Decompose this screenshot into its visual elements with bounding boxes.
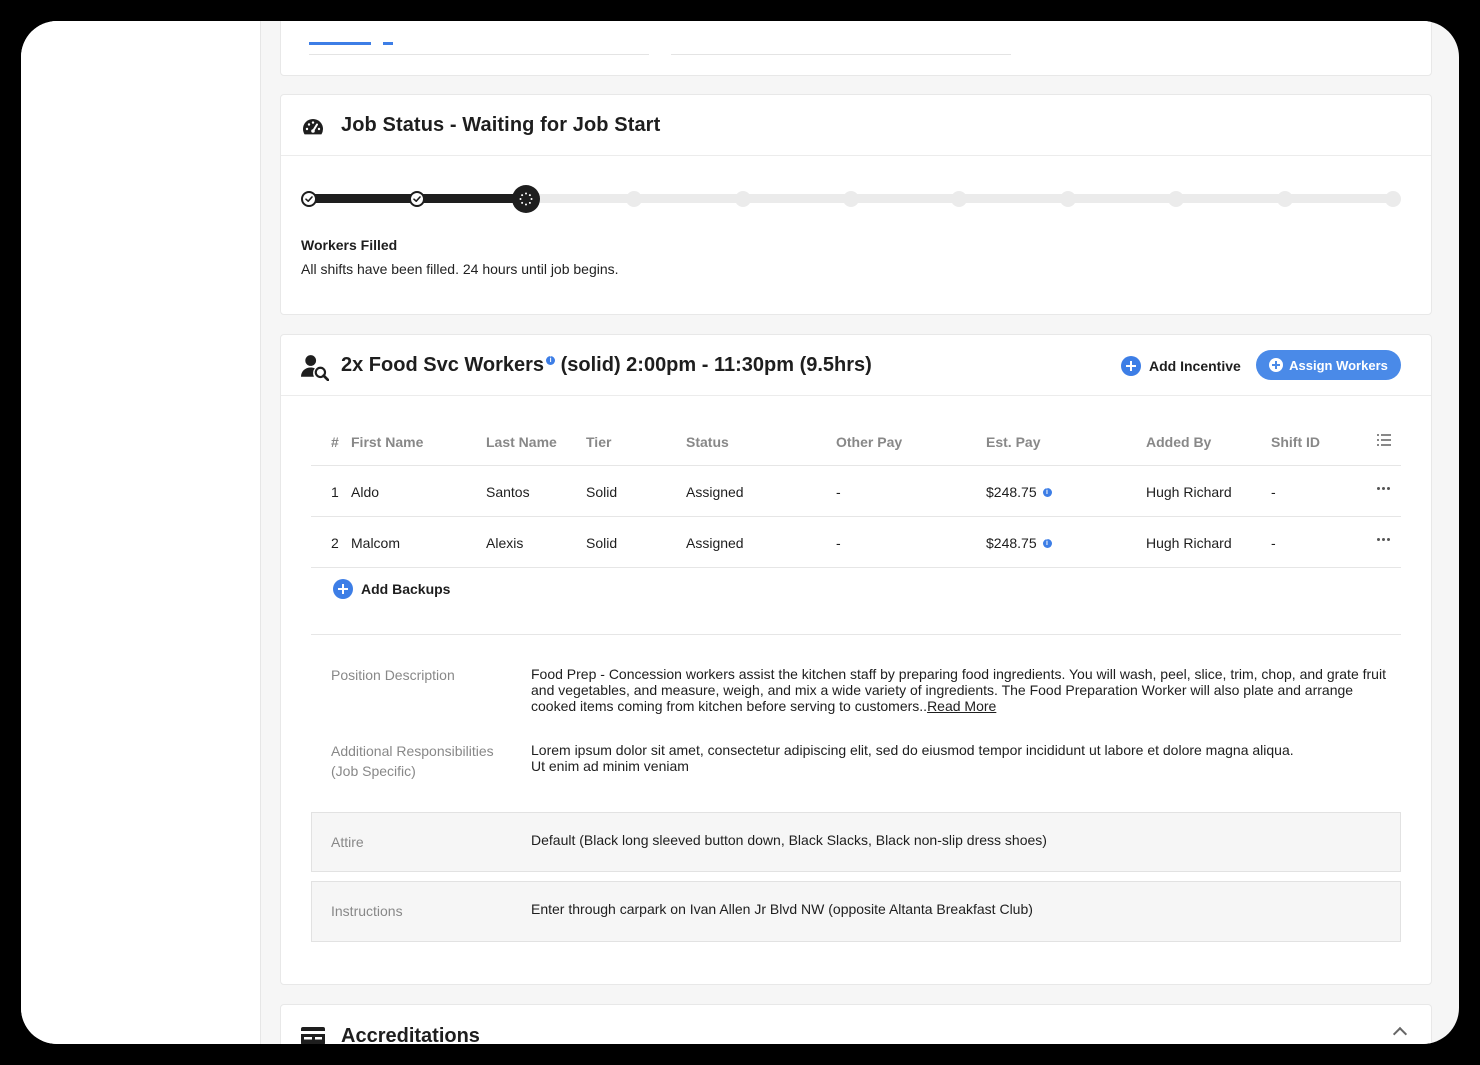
column-header-last-name[interactable]: Last Name <box>486 434 557 450</box>
shift-title: 2x Food Svc Workers i (solid) 2:00pm - 11… <box>341 354 872 377</box>
step-pending-icon <box>1059 191 1076 207</box>
job-status-title: Job Status - Waiting for Job Start <box>341 114 661 136</box>
chevron-up-icon[interactable] <box>1392 1026 1408 1042</box>
sidebar <box>21 21 261 1044</box>
step-complete-icon <box>301 191 317 207</box>
attire-label: Attire <box>331 834 364 850</box>
id-card-icon <box>301 1027 325 1044</box>
added-by-cell: Hugh Richard <box>1146 484 1232 500</box>
row-number: 2 <box>331 535 339 551</box>
shift-id-cell: - <box>1271 484 1276 500</box>
position-description-label: Position Description <box>331 667 455 683</box>
shift-card: 2x Food Svc Workers i (solid) 2:00pm - 11… <box>280 334 1432 985</box>
tier-cell: Solid <box>586 535 618 551</box>
workers-table: # First Name Last Name Tier Status Other… <box>311 416 1401 568</box>
row-number: 1 <box>331 484 339 500</box>
shift-title-role: 2x Food Svc Workers <box>341 354 545 376</box>
column-header-shift-id[interactable]: Shift ID <box>1271 434 1320 450</box>
field-underline-accent-small <box>383 42 393 45</box>
add-incentive-label: Add Incentive <box>1149 358 1241 374</box>
last-name-cell: Santos <box>486 484 530 500</box>
add-backups-button[interactable]: Add Backups <box>333 579 450 599</box>
user-search-icon <box>301 355 329 381</box>
first-name-cell: Aldo <box>351 484 380 500</box>
assign-workers-label: Assign Workers <box>1289 357 1388 373</box>
step-pending-icon <box>951 191 968 207</box>
input-underline[interactable] <box>309 54 649 55</box>
column-header-number: # <box>331 434 339 450</box>
position-description-text: Food Prep - Concession workers assist th… <box>531 666 1391 714</box>
step-pending-icon <box>626 191 643 207</box>
additional-responsibilities-label-line1: Additional Responsibilities <box>331 743 494 759</box>
job-progress-stepper <box>301 185 1401 213</box>
table-row[interactable]: 2 Malcom Alexis Solid Assigned - $248.75… <box>311 517 1401 568</box>
step-pending-icon <box>734 191 751 207</box>
est-pay-cell: $248.75 i <box>986 484 1052 500</box>
status-cell: Assigned <box>686 535 744 551</box>
est-pay-value: $248.75 <box>986 535 1037 551</box>
instructions-box: Instructions Enter through carpark on Iv… <box>311 881 1401 942</box>
field-underline-accent <box>309 42 371 45</box>
plus-circle-icon <box>1269 358 1284 372</box>
est-pay-cell: $248.75 i <box>986 535 1052 551</box>
other-pay-cell: - <box>836 535 841 551</box>
step-pending-icon <box>1168 191 1185 207</box>
shift-id-cell: - <box>1271 535 1276 551</box>
plus-circle-icon <box>1121 356 1141 376</box>
column-header-added-by[interactable]: Added By <box>1146 434 1211 450</box>
additional-responsibilities-text: Lorem ipsum dolor sit amet, consectetur … <box>531 742 1294 774</box>
instructions-text: Enter through carpark on Ivan Allen Jr B… <box>531 901 1033 917</box>
read-more-link[interactable]: Read More <box>927 698 996 714</box>
info-icon[interactable]: i <box>546 356 556 365</box>
table-row[interactable]: 1 Aldo Santos Solid Assigned - $248.75 i… <box>311 466 1401 517</box>
additional-responsibilities-label: Additional Responsibilities (Job Specifi… <box>331 741 494 781</box>
speedometer-icon <box>303 119 323 135</box>
attire-text: Default (Black long sleeved button down,… <box>531 832 1047 848</box>
section-divider <box>311 634 1401 635</box>
column-settings-icon[interactable] <box>1377 434 1391 446</box>
column-header-other-pay[interactable]: Other Pay <box>836 434 902 450</box>
column-header-first-name[interactable]: First Name <box>351 434 423 450</box>
column-header-tier[interactable]: Tier <box>586 434 611 450</box>
last-name-cell: Alexis <box>486 535 524 551</box>
added-by-cell: Hugh Richard <box>1146 535 1232 551</box>
first-name-cell: Malcom <box>351 535 401 551</box>
instructions-label: Instructions <box>331 903 403 919</box>
other-pay-cell: - <box>836 484 841 500</box>
column-header-status[interactable]: Status <box>686 434 729 450</box>
more-options-icon[interactable] <box>1377 538 1391 542</box>
plus-circle-icon <box>333 579 353 599</box>
status-step-label: Workers Filled <box>301 237 398 253</box>
step-complete-icon <box>409 191 426 207</box>
app-screen: Job Status - Waiting for Job Start Worke… <box>21 21 1459 1044</box>
add-incentive-button[interactable]: Add Incentive <box>1121 355 1241 377</box>
step-pending-icon <box>843 191 859 207</box>
accreditations-title: Accreditations <box>341 1025 480 1044</box>
additional-responsibilities-label-line2: (Job Specific) <box>331 763 416 779</box>
assign-workers-button[interactable]: Assign Workers <box>1256 350 1401 380</box>
shift-title-details: (solid) 2:00pm - 11:30pm (9.5hrs) <box>560 354 872 376</box>
table-header-row: # First Name Last Name Tier Status Other… <box>311 416 1401 466</box>
status-cell: Assigned <box>686 484 744 500</box>
column-header-est-pay[interactable]: Est. Pay <box>986 434 1040 450</box>
accreditations-card: Accreditations <box>280 1004 1432 1044</box>
tier-cell: Solid <box>586 484 618 500</box>
status-step-description: All shifts have been filled. 24 hours un… <box>301 261 619 277</box>
step-in-progress-icon <box>511 185 540 213</box>
shift-header: 2x Food Svc Workers i (solid) 2:00pm - 11… <box>281 335 1431 396</box>
est-pay-value: $248.75 <box>986 484 1037 500</box>
step-pending-icon <box>1385 191 1401 207</box>
attire-box: Attire Default (Black long sleeved butto… <box>311 812 1401 872</box>
job-status-card: Job Status - Waiting for Job Start Worke… <box>280 94 1432 315</box>
add-backups-label: Add Backups <box>361 581 451 597</box>
more-options-icon[interactable] <box>1377 487 1391 491</box>
job-status-header: Job Status - Waiting for Job Start <box>281 95 1431 156</box>
step-pending-icon <box>1276 191 1293 207</box>
previous-section-card <box>280 21 1432 76</box>
input-underline[interactable] <box>671 54 1011 55</box>
info-icon[interactable]: i <box>1042 539 1052 548</box>
info-icon[interactable]: i <box>1042 488 1052 497</box>
